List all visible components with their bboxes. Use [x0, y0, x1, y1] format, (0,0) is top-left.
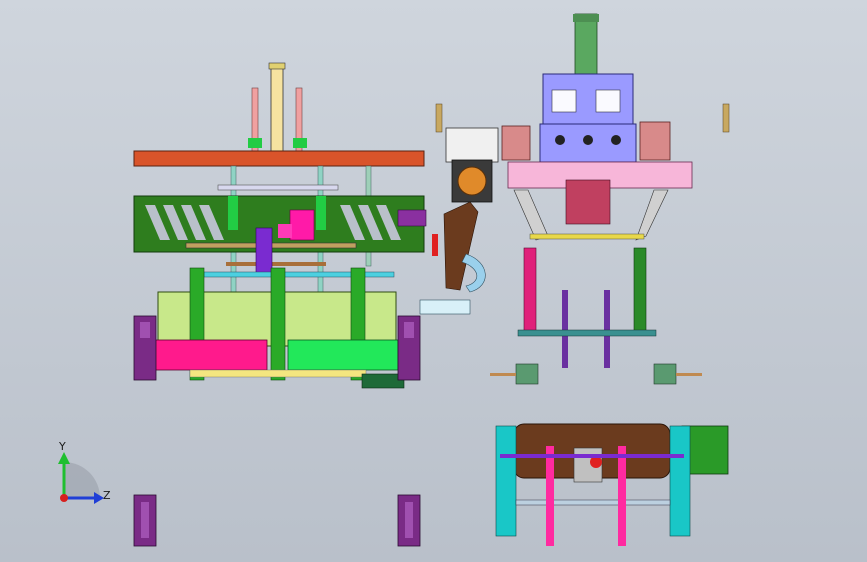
- red-tab: [432, 234, 438, 256]
- left-clamp-slot: [140, 322, 150, 338]
- magenta-shaft-right: [618, 446, 626, 546]
- green-post-left: [228, 196, 238, 230]
- cyan-bar: [203, 271, 395, 278]
- side-block-left: [501, 125, 531, 161]
- eyebolt-left: [435, 103, 443, 133]
- green-leg-right: [633, 247, 647, 335]
- cyan-base: [419, 299, 471, 315]
- rod-collar-left: [248, 138, 262, 148]
- side-block-right: [639, 121, 671, 161]
- gripper-center: [565, 179, 611, 225]
- y-axis-label: Y: [59, 440, 66, 453]
- magenta-leg-left: [523, 247, 537, 335]
- small-green-block-left: [515, 363, 539, 385]
- bottom-foot-right-slot: [405, 502, 413, 538]
- vertical-cylinder: [574, 13, 598, 77]
- teal-bar: [517, 329, 657, 337]
- green-pad: [287, 339, 399, 371]
- purple-axle: [500, 454, 684, 458]
- port-3: [611, 135, 621, 145]
- cyan-hook: [461, 253, 486, 293]
- front-press-assembly[interactable]: [133, 62, 427, 547]
- magenta-block: [289, 209, 315, 241]
- magenta-block-2: [278, 224, 292, 238]
- brown-arm: [443, 201, 479, 291]
- bottom-crossbar: [515, 499, 671, 506]
- magenta-shaft-left: [546, 446, 554, 546]
- valve-window-left: [551, 89, 577, 113]
- cylinder-cap: [573, 14, 599, 22]
- top-plate: [133, 150, 425, 167]
- purple-rod-left: [562, 290, 568, 368]
- gripper-cylinder-assembly[interactable]: [501, 13, 693, 368]
- coordinate-triad: [58, 452, 104, 504]
- rod-left: [490, 373, 516, 376]
- yellow-strip: [189, 369, 367, 378]
- rod-right: [676, 373, 702, 376]
- green-post-right: [316, 196, 326, 230]
- side-bracket: [397, 209, 427, 227]
- top-cylinder-cap: [268, 62, 286, 70]
- mid-bar: [217, 184, 339, 191]
- lower-bar: [226, 262, 326, 266]
- white-plate: [445, 127, 499, 163]
- cad-model-scene[interactable]: [0, 0, 867, 562]
- triad-origin: [60, 494, 68, 502]
- magenta-pad: [153, 339, 268, 371]
- port-1: [555, 135, 565, 145]
- gripper-jaw-left: [513, 189, 549, 241]
- yellow-crossbar: [529, 233, 645, 240]
- eyebolt-right: [722, 103, 730, 133]
- valve-window-right: [595, 89, 621, 113]
- rod-collar-right: [293, 138, 307, 148]
- top-cylinder-center: [270, 63, 284, 153]
- port-2: [583, 135, 593, 145]
- small-green-block-right: [653, 363, 677, 385]
- z-axis-label: Z: [103, 489, 111, 502]
- purple-rod-right: [604, 290, 610, 368]
- y-axis-arrow: [58, 452, 70, 464]
- bottom-foot-left-slot: [141, 502, 149, 538]
- motor-face: [457, 166, 487, 196]
- purple-linkage: [255, 227, 273, 275]
- gripper-jaw-right: [635, 189, 669, 241]
- cyan-frame-left: [495, 425, 517, 537]
- cyan-frame-right: [669, 425, 691, 537]
- right-clamp-slot: [404, 322, 414, 338]
- green-column-2: [270, 267, 286, 381]
- roller-drive-assembly[interactable]: [490, 363, 729, 546]
- cad-viewport[interactable]: Y Z: [0, 0, 867, 562]
